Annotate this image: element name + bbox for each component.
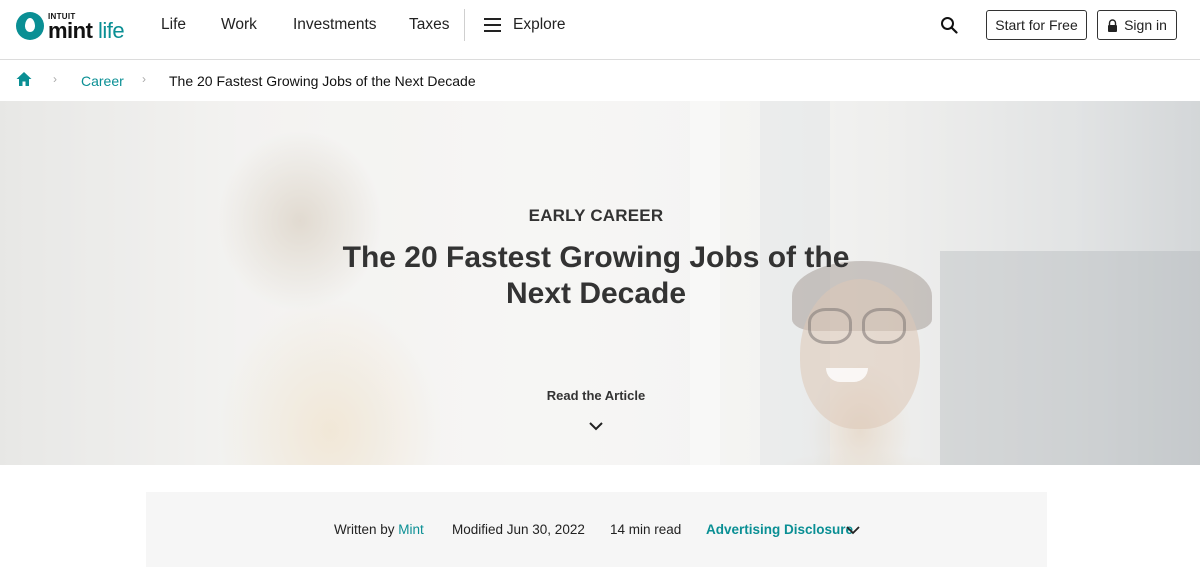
breadcrumb-career-link[interactable]: Career <box>81 73 124 89</box>
start-for-free-button[interactable]: Start for Free <box>986 10 1087 40</box>
read-the-article-link[interactable]: Read the Article <box>0 388 1192 403</box>
nav-work-link[interactable]: Work <box>221 16 257 34</box>
sign-in-button[interactable]: Sign in <box>1097 10 1177 40</box>
breadcrumb: › Career › The 20 Fastest Growing Jobs o… <box>0 61 1200 101</box>
search-icon[interactable] <box>940 16 958 34</box>
chevron-down-icon[interactable] <box>846 525 860 535</box>
breadcrumb-chevron-icon: › <box>142 72 146 86</box>
nav-life-link[interactable]: Life <box>161 16 186 34</box>
logo-life-text: life <box>98 18 125 43</box>
article-title: The 20 Fastest Growing Jobs of the Next … <box>342 241 850 310</box>
author-link[interactable]: Mint <box>398 522 424 537</box>
logo-mint-text: mint <box>48 18 93 43</box>
nav-explore-link[interactable]: Explore <box>513 16 566 34</box>
nav-taxes-link[interactable]: Taxes <box>409 16 450 34</box>
lock-icon <box>1108 18 1118 32</box>
nav-investments-link[interactable]: Investments <box>293 16 377 34</box>
breadcrumb-current-page: The 20 Fastest Growing Jobs of the Next … <box>169 73 476 89</box>
mint-drop-icon <box>16 12 44 40</box>
start-for-free-label: Start for Free <box>995 17 1078 33</box>
written-by-prefix: Written by <box>334 522 395 537</box>
nav-divider <box>464 9 465 41</box>
advertising-disclosure-toggle[interactable]: Advertising Disclosure <box>706 522 853 537</box>
article-meta-bar: Written by Mint Modified Jun 30, 2022 14… <box>146 492 1047 567</box>
modified-date: Modified Jun 30, 2022 <box>452 522 585 537</box>
mint-life-logo[interactable]: INTUIT mint life <box>16 11 128 43</box>
read-time: 14 min read <box>610 522 682 537</box>
top-navigation: INTUIT mint life Life Work Investments T… <box>0 0 1200 60</box>
sign-in-label: Sign in <box>1124 17 1167 33</box>
breadcrumb-chevron-icon: › <box>53 72 57 86</box>
home-icon[interactable] <box>16 71 32 87</box>
menu-icon[interactable] <box>484 18 501 32</box>
article-category: EARLY CAREER <box>528 206 664 225</box>
logo-wordmark: INTUIT mint life <box>48 11 128 43</box>
chevron-down-icon[interactable] <box>588 420 604 432</box>
author-byline: Written by Mint <box>334 522 424 537</box>
